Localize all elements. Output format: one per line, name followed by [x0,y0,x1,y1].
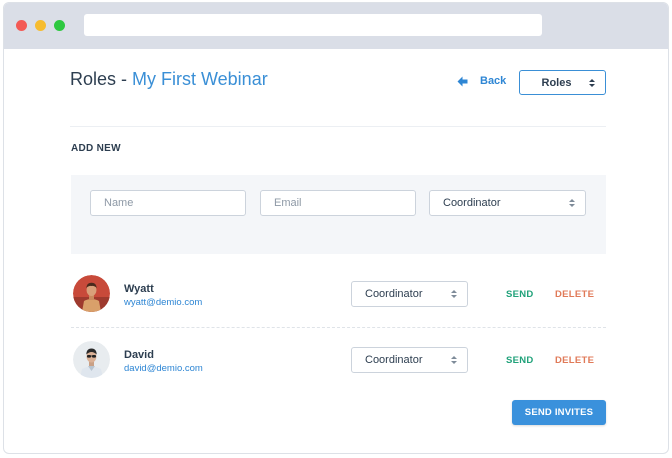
new-role-value: Coordinator [443,197,501,209]
avatar [73,275,110,312]
add-new-panel-footer [71,229,606,254]
select-arrows-icon [451,290,457,298]
delete-button[interactable]: DELETE [555,289,594,300]
user-email: wyatt@demio.com [124,297,203,308]
delete-button[interactable]: DELETE [555,355,594,366]
user-avatar-icon [73,275,110,312]
select-arrows-icon [569,199,575,207]
send-button[interactable]: SEND [506,289,534,300]
avatar [73,341,110,378]
browser-window: Roles - My First Webinar Back Roles ADD … [3,2,669,454]
user-email: david@demio.com [124,363,203,374]
user-name: Wyatt [124,283,154,295]
new-role-select[interactable]: Coordinator [429,190,586,216]
email-input[interactable] [260,190,416,216]
user-row: David david@demio.com Coordinator SEND D… [71,339,606,383]
user-row: Wyatt wyatt@demio.com Coordinator SEND D… [71,273,606,317]
user-role-select[interactable]: Coordinator [351,281,468,307]
select-arrows-icon [451,356,457,364]
header-divider [70,126,606,127]
send-button[interactable]: SEND [506,355,534,366]
name-input[interactable] [90,190,246,216]
add-new-panel: Coordinator [71,175,606,229]
user-role-select[interactable]: Coordinator [351,347,468,373]
back-label: Back [480,75,507,87]
user-name: David [124,349,154,361]
close-window-icon[interactable] [16,20,27,31]
send-invites-button[interactable]: SEND INVITES [512,400,606,425]
address-bar[interactable] [84,14,542,36]
minimize-window-icon[interactable] [35,20,46,31]
roles-select[interactable]: Roles [519,70,606,95]
arrow-left-icon [457,76,468,86]
browser-chrome [4,3,668,49]
page-title: Roles - My First Webinar [70,69,268,90]
add-new-label: ADD NEW [71,143,121,154]
select-arrows-icon [589,78,595,87]
user-role-value: Coordinator [365,354,423,366]
maximize-window-icon[interactable] [54,20,65,31]
row-divider [71,327,606,328]
page-title-prefix: Roles - [70,69,133,89]
roles-select-value: Roles [541,76,572,89]
user-avatar-icon [73,341,110,378]
back-button[interactable]: Back [457,75,506,87]
webinar-title: My First Webinar [132,69,268,89]
user-role-value: Coordinator [365,288,423,300]
page-content: Roles - My First Webinar Back Roles ADD … [4,49,668,453]
